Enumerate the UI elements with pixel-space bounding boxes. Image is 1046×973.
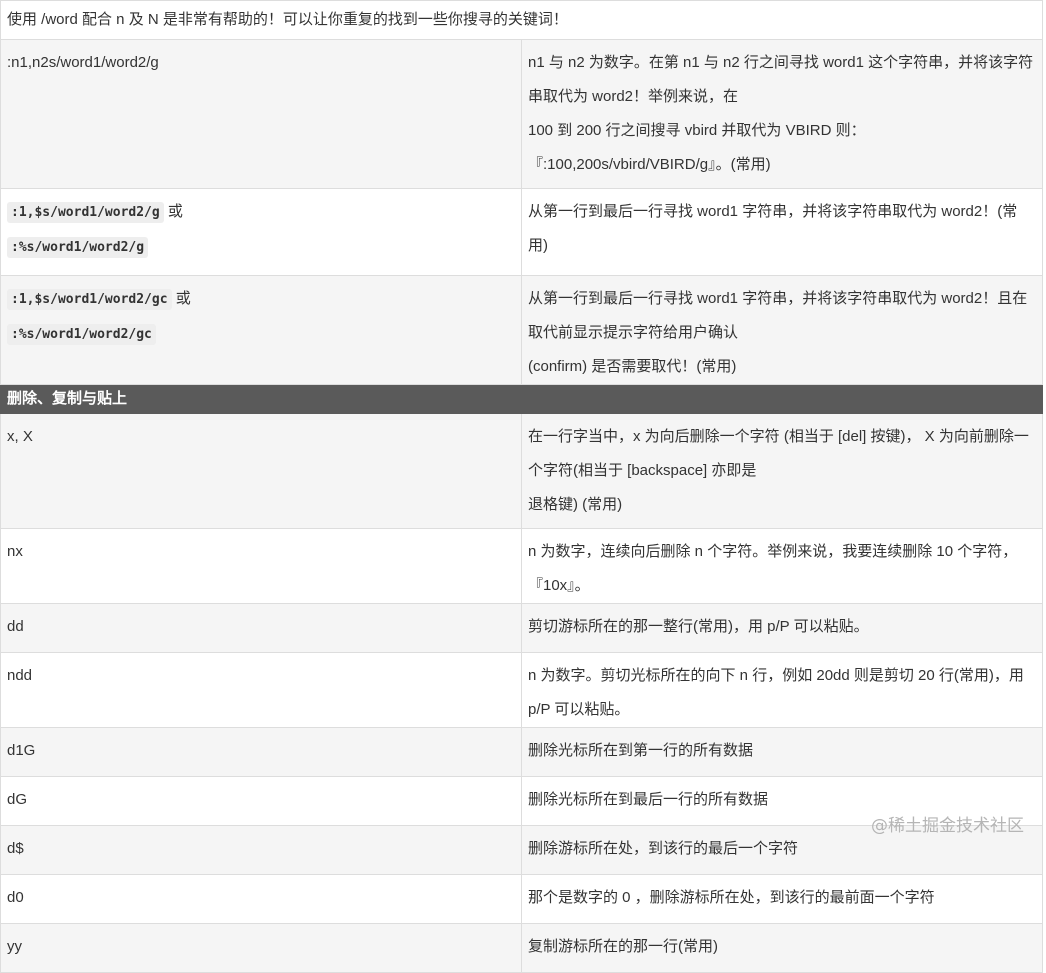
- table-row: ndd n 为数字。剪切光标所在的向下 n 行，例如 20dd 则是剪切 20 …: [0, 652, 1043, 728]
- table-row: :1,$s/word1/word2/g 或 :%s/word1/word2/g …: [0, 188, 1043, 276]
- command-cell: d$: [0, 825, 522, 875]
- description-line: (confirm) 是否需要取代！(常用): [528, 358, 737, 375]
- description-cell: 那个是数字的 0 ，删除游标所在处，到该行的最前面一个字符: [521, 874, 1043, 924]
- description-cell: n 为数字，连续向后删除 n 个字符。举例来说，我要连续删除 10 个字符，『1…: [521, 528, 1043, 604]
- description-cell: n 为数字。剪切光标所在的向下 n 行，例如 20dd 则是剪切 20 行(常用…: [521, 652, 1043, 728]
- section-title: 删除、复制与贴上: [0, 384, 1043, 414]
- table-row: nx n 为数字，连续向后删除 n 个字符。举例来说，我要连续删除 10 个字符…: [0, 528, 1043, 604]
- table-row: yy 复制游标所在的那一行(常用): [0, 923, 1043, 973]
- or-text: 或: [167, 203, 183, 220]
- command-cell: x, X: [0, 413, 522, 529]
- command-cell: dG: [0, 776, 522, 826]
- description-line: 在一行字当中，x 为向后删除一个字符 (相当于 [del] 按键)， X 为向前…: [528, 428, 1029, 479]
- description-cell: n1 与 n2 为数字。在第 n1 与 n2 行之间寻找 word1 这个字符串…: [521, 39, 1043, 189]
- command-cell: :1,$s/word1/word2/gc 或 :%s/word1/word2/g…: [0, 275, 522, 385]
- description-cell: 在一行字当中，x 为向后删除一个字符 (相当于 [del] 按键)， X 为向前…: [521, 413, 1043, 529]
- or-text: 或: [175, 290, 191, 307]
- command-cell: d0: [0, 874, 522, 924]
- command-cell: d1G: [0, 727, 522, 777]
- description-cell: 复制游标所在的那一行(常用): [521, 923, 1043, 973]
- intro-text: 使用 /word 配合 n 及 N 是非常有帮助的！可以让你重复的找到一些你搜寻…: [0, 0, 1043, 40]
- watermark-text: @稀土掘金技术社区: [871, 816, 1024, 836]
- command-cell: ndd: [0, 652, 522, 728]
- section-header-row: 删除、复制与贴上: [0, 384, 1043, 414]
- description-line: 退格键) (常用): [528, 496, 623, 513]
- command-cell: nx: [0, 528, 522, 604]
- command-code: :%s/word1/word2/g: [7, 237, 149, 258]
- intro-row: 使用 /word 配合 n 及 N 是非常有帮助的！可以让你重复的找到一些你搜寻…: [0, 0, 1043, 40]
- command-code: :1,$s/word1/word2/gc: [7, 289, 172, 310]
- description-line: 从第一行到最后一行寻找 word1 字符串，并将该字符串取代为 word2！且在…: [528, 290, 1028, 341]
- table-row: :1,$s/word1/word2/gc 或 :%s/word1/word2/g…: [0, 275, 1043, 385]
- description-line: 『:100,200s/vbird/VBIRD/g』。(常用): [528, 156, 771, 173]
- description-line: n1 与 n2 为数字。在第 n1 与 n2 行之间寻找 word1 这个字符串…: [528, 54, 1034, 105]
- command-cell: yy: [0, 923, 522, 973]
- table-row: d1G 删除光标所在到第一行的所有数据: [0, 727, 1043, 777]
- description-cell: 剪切游标所在的那一整行(常用)，用 p/P 可以粘贴。: [521, 603, 1043, 653]
- description-line: 100 到 200 行之间搜寻 vbird 并取代为 VBIRD 则：: [528, 122, 866, 139]
- table-row: dd 剪切游标所在的那一整行(常用)，用 p/P 可以粘贴。: [0, 603, 1043, 653]
- table-row: d0 那个是数字的 0 ，删除游标所在处，到该行的最前面一个字符: [0, 874, 1043, 924]
- table-row: :n1,n2s/word1/word2/g n1 与 n2 为数字。在第 n1 …: [0, 39, 1043, 189]
- description-cell: 从第一行到最后一行寻找 word1 字符串，并将该字符串取代为 word2！且在…: [521, 275, 1043, 385]
- command-cell: :1,$s/word1/word2/g 或 :%s/word1/word2/g: [0, 188, 522, 276]
- description-cell: 从第一行到最后一行寻找 word1 字符串，并将该字符串取代为 word2！(常…: [521, 188, 1043, 276]
- command-code: :%s/word1/word2/gc: [7, 324, 156, 345]
- command-cell: dd: [0, 603, 522, 653]
- description-cell: 删除光标所在到第一行的所有数据: [521, 727, 1043, 777]
- table-row: x, X 在一行字当中，x 为向后删除一个字符 (相当于 [del] 按键)， …: [0, 413, 1043, 529]
- command-code: :1,$s/word1/word2/g: [7, 202, 164, 223]
- command-cell: :n1,n2s/word1/word2/g: [0, 39, 522, 189]
